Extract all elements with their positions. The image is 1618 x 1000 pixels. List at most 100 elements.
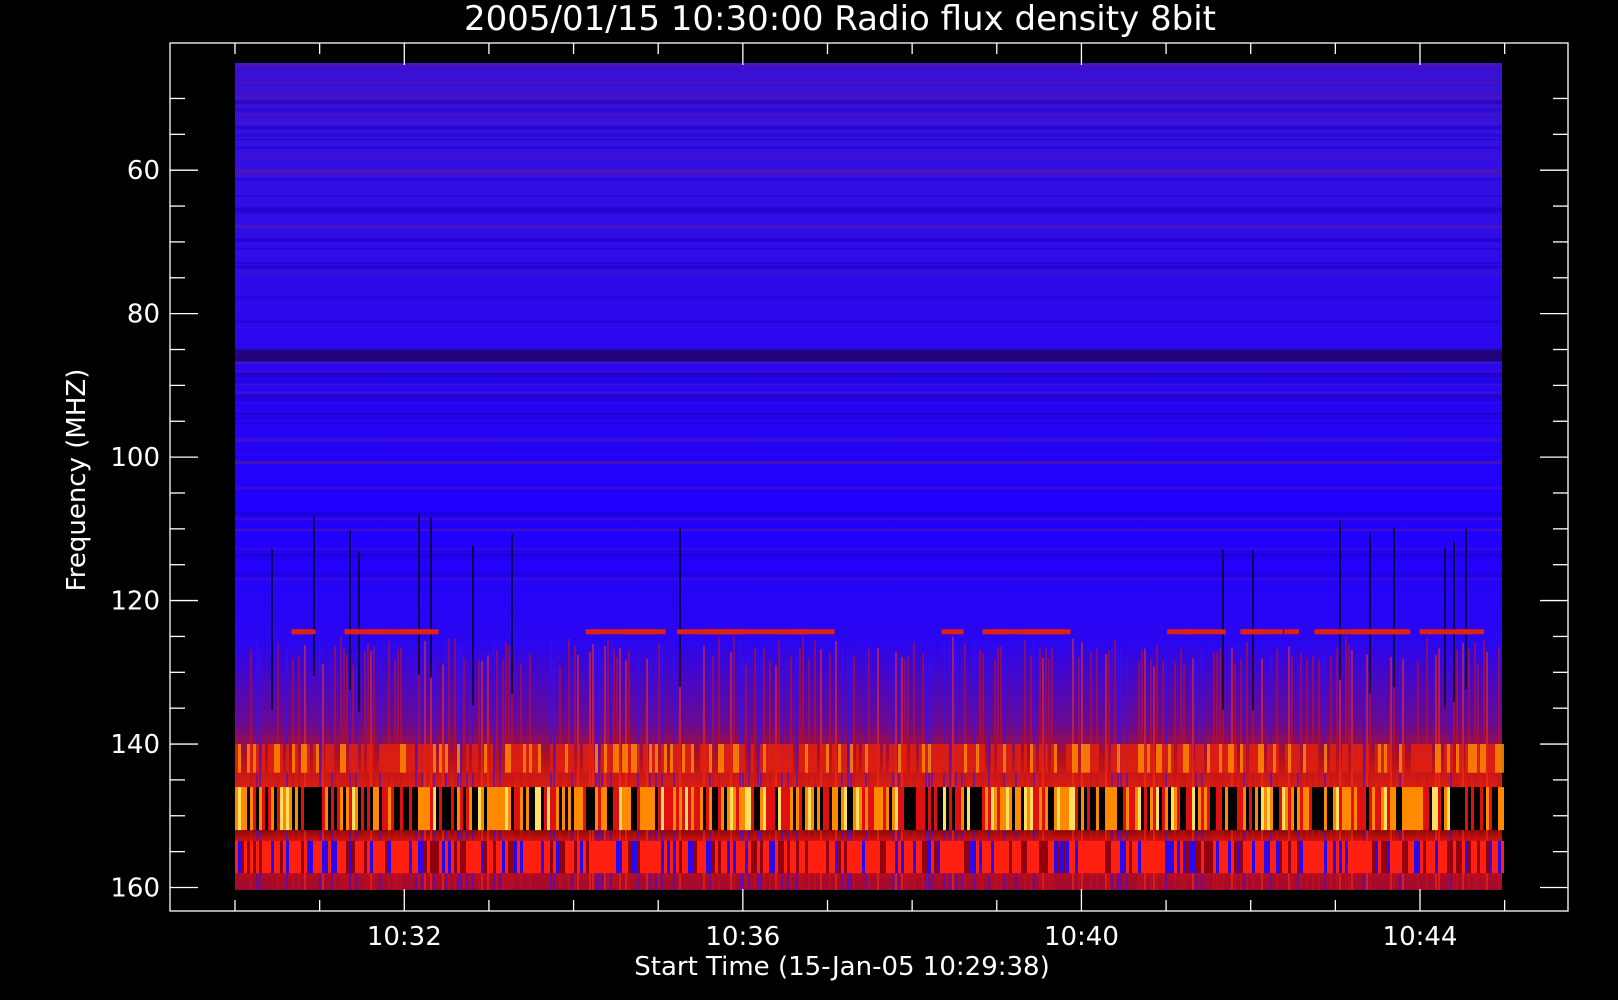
- spectrogram-streak: [1219, 840, 1222, 874]
- spectrogram-band: [235, 528, 1502, 532]
- spectrogram-streak: [484, 840, 487, 874]
- spectrogram-streak: [877, 744, 880, 773]
- spectrogram-streak: [1249, 787, 1252, 831]
- spectrogram-streak: [1306, 840, 1309, 874]
- spectrogram-streak: [571, 787, 574, 831]
- spectrogram-streak: [1255, 840, 1258, 874]
- spectrogram-streak: [649, 744, 652, 773]
- spectrogram-streak: [778, 744, 781, 773]
- spectrogram-streak: [1006, 744, 1009, 773]
- spectrogram-streak: [1057, 840, 1060, 874]
- spectrogram-streak: [628, 787, 631, 831]
- spectrogram-streak: [541, 787, 544, 831]
- spectrogram-streak: [1474, 744, 1477, 773]
- spectrogram-streak: [268, 787, 271, 831]
- spectrogram-streak: [1162, 744, 1165, 773]
- spectrogram-streak: [247, 787, 250, 831]
- spectrogram-streak: [1090, 787, 1093, 831]
- spectrogram-streak: [238, 787, 241, 831]
- spectrogram-burst: [628, 629, 651, 635]
- spectrogram-streak: [313, 840, 316, 874]
- spectrogram-streak: [853, 840, 856, 874]
- spectrogram-streak: [1372, 787, 1375, 831]
- spectrogram-streak: [421, 787, 424, 831]
- spectrogram-streak: [793, 840, 796, 874]
- spectrogram-streak: [1090, 840, 1093, 874]
- spectrogram-streak: [601, 787, 604, 831]
- spectrogram-streak: [1075, 787, 1078, 831]
- spectrogram-streak: [1252, 840, 1255, 874]
- spectrogram-streak: [637, 787, 640, 831]
- spectrogram-streak: [361, 787, 364, 831]
- spectrogram-streak: [1417, 787, 1420, 831]
- spectrogram-streak: [709, 744, 712, 773]
- spectrogram-streak: [292, 840, 295, 874]
- spectrogram-streak: [1384, 787, 1387, 831]
- spectrogram-streak: [271, 787, 274, 831]
- spectrogram-streak: [1438, 787, 1441, 831]
- spectrogram-streak: [1267, 840, 1270, 874]
- spectrogram-streak: [463, 840, 466, 874]
- spectrogram-band: [235, 372, 1502, 374]
- spectrogram-streak: [727, 840, 730, 874]
- spectrogram-streak: [631, 787, 634, 831]
- spectrogram-streak: [841, 744, 844, 773]
- spectrogram-streak: [1228, 787, 1231, 831]
- spectrogram-streak: [1027, 787, 1030, 831]
- spectrogram-band: [235, 511, 1502, 516]
- spectrogram-band: [235, 63, 1502, 66]
- spectrogram-streak: [1072, 840, 1075, 874]
- spectrogram-streak: [835, 787, 838, 831]
- spectrogram-streak: [1273, 787, 1276, 831]
- spectrogram-streak: [1156, 744, 1159, 773]
- spectrogram-streak: [382, 840, 385, 874]
- spectrogram-streak: [901, 787, 904, 831]
- spectrogram-streak: [343, 840, 346, 874]
- spectrogram-streak: [760, 840, 763, 874]
- spectrogram-streak: [373, 787, 376, 831]
- spectrogram-streak: [745, 787, 748, 831]
- spectrogram-burst: [1350, 629, 1407, 635]
- spectrogram-streak: [379, 744, 382, 773]
- spectrogram-streak: [913, 840, 916, 874]
- spectrogram-streak: [931, 787, 934, 831]
- spectrogram-streak: [1252, 744, 1255, 773]
- spectrogram-streak: [1459, 787, 1462, 831]
- spectrogram-streak: [1270, 744, 1273, 773]
- spectrogram-streak: [481, 787, 484, 831]
- spectrogram-streak: [472, 744, 475, 773]
- spectrogram-streak: [1483, 787, 1486, 831]
- spectrogram-streak: [1492, 744, 1495, 773]
- spectrogram-streak: [397, 787, 400, 831]
- spectrogram-streak: [535, 840, 538, 874]
- spectrogram-band: [235, 361, 1502, 364]
- spectrogram-streak: [1384, 744, 1387, 773]
- spectrogram-streak: [1051, 840, 1054, 874]
- spectrogram-streak: [463, 787, 466, 831]
- spectrogram-streak: [244, 840, 247, 874]
- spectrogram-streak: [781, 840, 784, 874]
- spectrogram-streak: [1450, 840, 1453, 874]
- spectrogram-streak: [1477, 840, 1480, 874]
- spectrogram-streak: [1036, 787, 1039, 831]
- spectrogram-streak: [460, 787, 463, 831]
- spectrogram-streak: [733, 744, 736, 773]
- spectrogram-streak: [394, 787, 397, 831]
- spectrogram-streak: [1150, 744, 1153, 773]
- spectrogram-streak: [1051, 787, 1054, 831]
- spectrogram-streak: [667, 840, 670, 874]
- spectrogram-streak: [361, 840, 364, 874]
- spectrogram-streak: [1321, 787, 1324, 831]
- spectrogram-burst: [941, 629, 964, 635]
- spectrogram-streak: [403, 744, 406, 773]
- spectrogram-streak: [370, 744, 373, 773]
- spectrogram-streak: [1042, 840, 1045, 874]
- spectrogram-streak: [457, 840, 460, 874]
- spectrogram-streak: [1450, 744, 1453, 773]
- spectrogram-streak: [1123, 744, 1126, 773]
- spectrogram-burst: [1243, 629, 1266, 635]
- spectrogram-streak: [334, 787, 337, 831]
- spectrogram-streak: [1405, 787, 1408, 831]
- spectrogram-streak: [568, 744, 571, 773]
- spectrogram-streak: [259, 840, 262, 874]
